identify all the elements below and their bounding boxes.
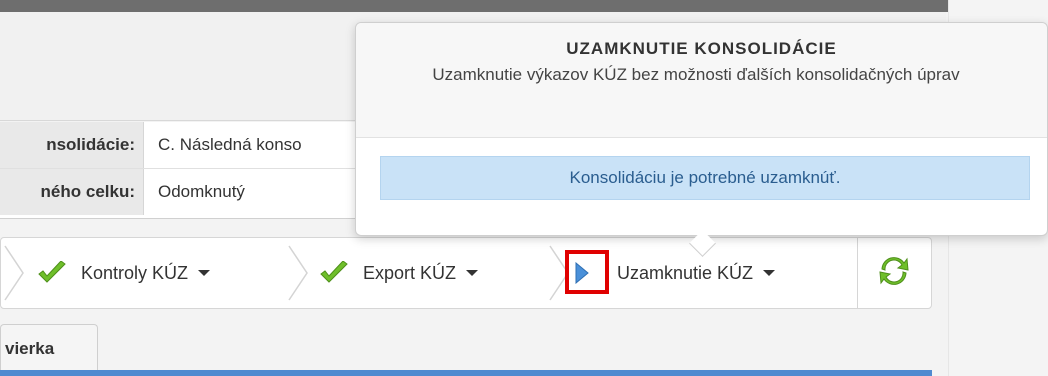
kontroly-kuz-button[interactable]: Kontroly KÚZ xyxy=(37,238,211,308)
highlight-box xyxy=(565,250,609,294)
consolidation-value: C. Následná konso xyxy=(158,135,302,154)
toolbar-divider xyxy=(857,238,858,308)
popover-title: UZAMKNUTIE KONSOLIDÁCIE xyxy=(566,39,837,58)
status-value: Odomknutý xyxy=(158,182,245,201)
check-icon xyxy=(38,261,66,283)
status-label: ného celku: xyxy=(0,169,144,215)
kontroly-kuz-label: Kontroly KÚZ xyxy=(81,262,189,283)
popover-header: UZAMKNUTIE KONSOLIDÁCIE Uzamknutie výkaz… xyxy=(356,23,1047,138)
check-icon xyxy=(320,261,348,283)
uzamknutie-kuz-label: Uzamknutie KÚZ xyxy=(617,262,754,283)
workflow-toolbar: Kontroly KÚZ Export KÚZ Uzamknutie KÚZ xyxy=(0,237,932,309)
export-kuz-button[interactable]: Export KÚZ xyxy=(319,238,479,308)
window-top-bar xyxy=(0,0,948,12)
caret-down-icon xyxy=(198,270,211,276)
refresh-icon[interactable] xyxy=(876,253,912,289)
export-kuz-label: Export KÚZ xyxy=(363,262,457,283)
tab-bar: vierka xyxy=(0,324,946,376)
popover-subtitle: Uzamknutie výkazov KÚZ bez možnosti ďalš… xyxy=(432,65,960,84)
step-separator-icon xyxy=(4,245,24,301)
tab-content-strip xyxy=(0,370,932,376)
lock-consolidation-popover: UZAMKNUTIE KONSOLIDÁCIE Uzamknutie výkaz… xyxy=(355,22,1048,257)
caret-down-icon xyxy=(763,270,776,276)
consolidation-label: nsolidácie: xyxy=(0,122,144,168)
step-separator-icon xyxy=(288,245,308,301)
tab-uzavierka[interactable]: vierka xyxy=(0,324,98,372)
popover-info-message: Konsolidáciu je potrebné uzamknúť. xyxy=(380,156,1030,200)
caret-down-icon xyxy=(466,270,479,276)
